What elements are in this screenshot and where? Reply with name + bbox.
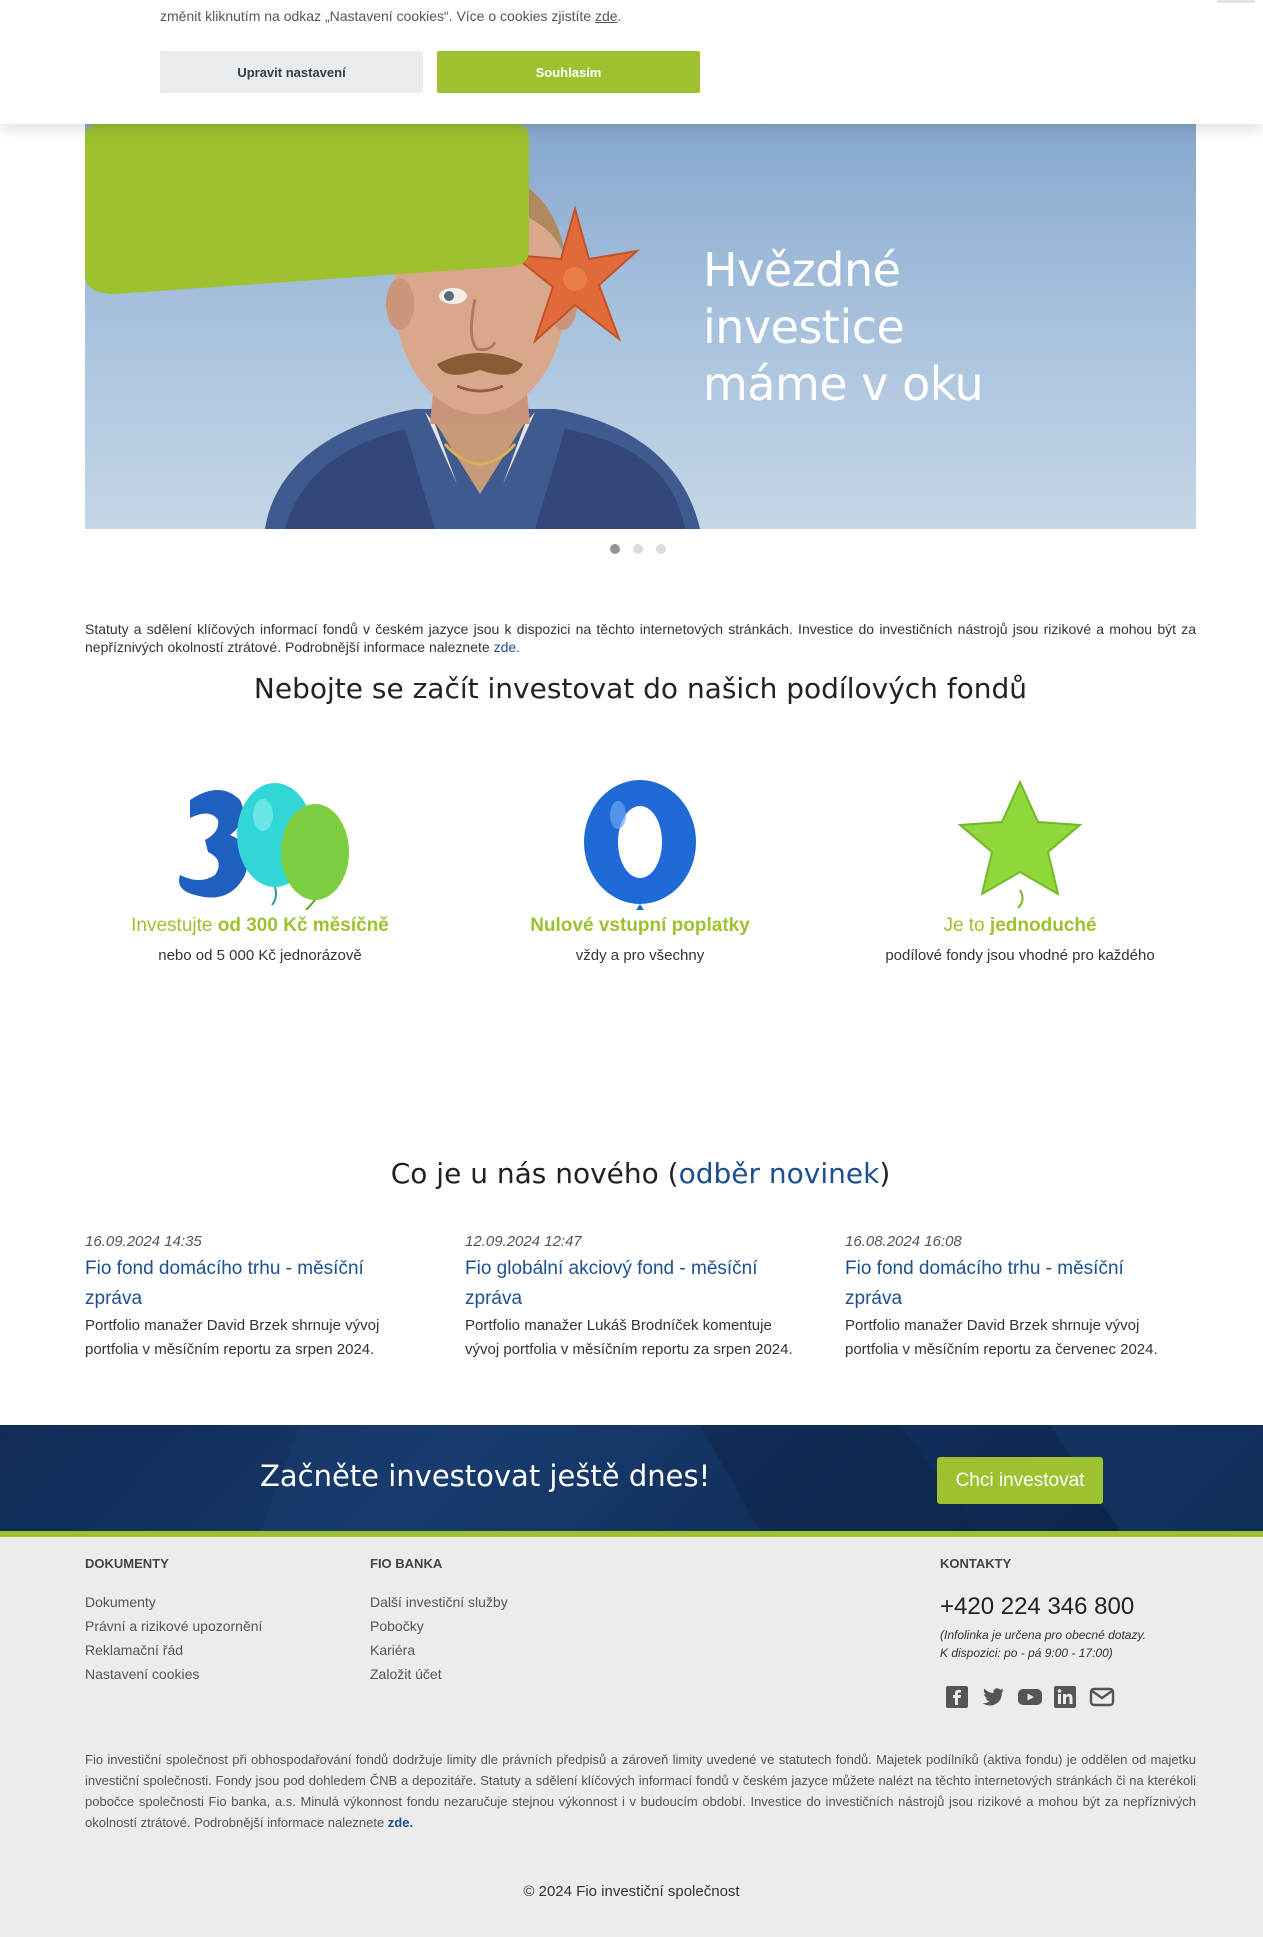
news-heading: Co je u nás nového (odběr novinek) [390,1157,891,1190]
feature-300-subtitle: nebo od 5 000 Kč jednorázově [158,947,362,964]
feature-simple-subtitle: podílové fondy jsou vhodné pro každého [885,947,1155,964]
facebook-icon[interactable] [945,1685,969,1709]
twitter-icon[interactable] [981,1685,1005,1709]
cookie-bar: změnit kliknutím na odkaz „Nastavení coo… [0,0,1263,124]
balloon-star-icon [957,779,1083,909]
fund-disclaimer: Statuty a sdělení klíčových informací fo… [85,620,1196,656]
copyright: © 2024 Fio investiční společnost [523,1883,740,1900]
disclaimer-link[interactable]: zde. [494,639,520,655]
carousel-dot-2[interactable] [633,544,643,554]
disclaimer-text: Statuty a sdělení klíčových informací fo… [85,621,1196,655]
footer-link-branches[interactable]: Pobočky [370,1614,508,1638]
news-title-link[interactable]: Fio fond domácího trhu - měsíční zpráva [85,1254,430,1314]
start-investing-button[interactable]: Chci investovat [937,1457,1103,1504]
news-date: 16.09.2024 14:35 [85,1233,202,1250]
footer-link-complaints[interactable]: Reklamační řád [85,1638,262,1662]
balloon-zero-icon [584,780,696,910]
balloon-300-icon [179,783,349,911]
news-summary: Portfolio manažer David Brzek shrnuje vý… [845,1317,1158,1358]
news-summary: Portfolio manažer Lukáš Brodníček koment… [465,1317,793,1358]
carousel-dot-1[interactable] [610,544,620,554]
feature-zero-fees-subtitle: vždy a pro všechny [575,947,705,964]
hero-title-line-2: máme v oku [703,357,984,411]
carousel-dots [610,544,666,554]
cookie-text-prefix: změnit kliknutím na odkaz „Nastavení coo… [160,8,592,24]
cookie-close-handle[interactable] [1217,0,1255,3]
hero-title-line-1: Hvězdné investice [703,243,905,354]
footer-link-open-account[interactable]: Založit účet [370,1662,508,1686]
cookie-settings-button[interactable]: Upravit nastavení [160,51,423,93]
cookie-more-link[interactable]: zde [595,8,618,24]
news-title-link[interactable]: Fio globální akciový fond - měsíční zprá… [465,1254,810,1314]
footer-link-career[interactable]: Kariéra [370,1638,508,1662]
cta-text: Začněte investovat ještě dnes! [260,1459,711,1493]
footer-link-cookie-settings[interactable]: Nastavení cookies [85,1662,262,1686]
news-title-link[interactable]: Fio fond domácího trhu - měsíční zpráva [845,1254,1190,1314]
footer-documents-list: Dokumenty Právní a rizikové upozornění R… [85,1590,262,1686]
feature-zero-fees-title: Nulové vstupní poplatky [530,915,750,936]
social-links [945,1685,1115,1709]
features-heading: Nebojte se začít investovat do našich po… [253,672,1028,705]
news-item: 12.09.2024 12:47 Fio globální akciový fo… [465,1233,810,1362]
feature-300-title: Investujte od 300 Kč měsíčně [131,915,389,936]
mail-icon[interactable] [1089,1685,1115,1709]
news-item: 16.09.2024 14:35 Fio fond domácího trhu … [85,1233,430,1362]
feature-zero-fees: Nulové vstupní poplatky vždy a pro všech… [470,780,810,964]
footer-link-services[interactable]: Další investiční služby [370,1590,508,1614]
hero-banner[interactable]: Hvězdné investice máme v oku [85,124,1196,529]
youtube-icon[interactable] [1017,1685,1042,1709]
footer-legal-link[interactable]: zde. [388,1815,413,1830]
footer-phone[interactable]: +420 224 346 800 [940,1593,1134,1621]
footer-contacts-title: KONTAKTY [940,1556,1012,1571]
feature-simple-title: Je to jednoduché [943,915,1097,936]
footer-phone-note: (Infolinka je určena pro obecné dotazy. … [940,1628,1146,1660]
news-summary: Portfolio manažer David Brzek shrnuje vý… [85,1317,380,1358]
news-item: 16.08.2024 16:08 Fio fond domácího trhu … [845,1233,1190,1362]
footer-bank-list: Další investiční služby Pobočky Kariéra … [370,1590,508,1686]
linkedin-icon[interactable] [1053,1685,1077,1709]
footer-bank-title: FIO BANKA [370,1556,443,1571]
newsletter-link[interactable]: odběr novinek [679,1157,880,1190]
news-date: 12.09.2024 12:47 [465,1233,582,1250]
footer-legal-text: Fio investiční společnost při obhospodař… [85,1752,1196,1830]
footer-link-legal[interactable]: Právní a rizikové upozornění [85,1614,262,1638]
hero-speech-bubble [85,124,529,294]
feature-simple: Je to jednoduché podílové fondy jsou vho… [850,779,1190,964]
hero-title: Hvězdné investice máme v oku [703,242,1113,413]
footer-link-documents[interactable]: Dokumenty [85,1590,262,1614]
news-date: 16.08.2024 16:08 [845,1233,962,1250]
footer-documents-title: DOKUMENTY [85,1556,169,1571]
carousel-dot-3[interactable] [656,544,666,554]
cookie-agree-button[interactable]: Souhlasím [437,51,700,93]
cookie-text: změnit kliknutím na odkaz „Nastavení coo… [160,8,622,24]
feature-300: Investujte od 300 Kč měsíčně nebo od 5 0… [90,780,430,964]
